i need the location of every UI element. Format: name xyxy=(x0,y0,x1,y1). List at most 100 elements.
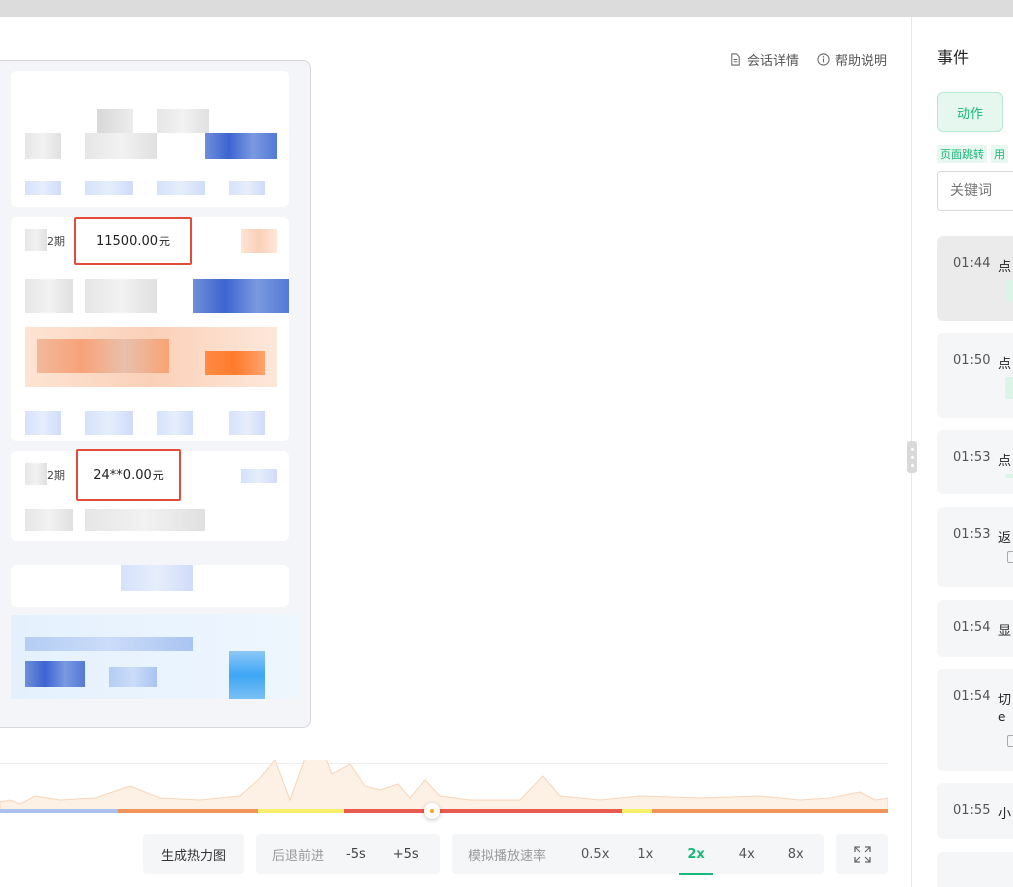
event-item[interactable] xyxy=(937,852,1013,887)
heatmap-label: 生成热力图 xyxy=(160,848,226,864)
blurred-content xyxy=(229,181,265,195)
event-text: 返 xyxy=(998,531,1012,546)
event-item[interactable]: 01:54 切 e xyxy=(937,669,1013,771)
event-time: 01:44 xyxy=(953,256,991,271)
blurred-content xyxy=(109,667,157,687)
event-text: 切 xyxy=(998,693,1012,708)
event-time: 01:53 xyxy=(953,527,991,542)
blurred-content xyxy=(241,469,277,483)
blurred-content xyxy=(205,351,265,375)
window-top-bar xyxy=(0,0,1013,17)
keyword-search-input[interactable] xyxy=(937,171,1013,211)
blurred-content xyxy=(25,133,61,159)
event-item[interactable]: 01:53 点 xyxy=(937,430,1013,494)
event-text: 点 xyxy=(998,454,1012,469)
blurred-content xyxy=(229,651,265,699)
bill-amount: 11500.00 xyxy=(95,233,159,249)
fullscreen-button[interactable] xyxy=(836,834,888,874)
activity-timeline[interactable] xyxy=(0,760,888,810)
event-text: 小 xyxy=(998,807,1012,822)
help-link[interactable]: 帮助说明 xyxy=(817,50,887,69)
session-details-label: 会话详情 xyxy=(746,54,799,69)
timeline-segment xyxy=(118,809,258,813)
session-details-link[interactable]: 会话详情 xyxy=(729,50,799,69)
event-tag-chip xyxy=(1005,280,1013,302)
blurred-content xyxy=(157,181,205,195)
document-icon xyxy=(731,53,740,66)
event-time: 01:54 xyxy=(953,689,991,704)
event-tag-chip xyxy=(1005,377,1013,399)
blurred-content xyxy=(25,463,47,485)
speed-4x[interactable]: 4x xyxy=(739,847,755,862)
event-time: 01:55 xyxy=(953,803,991,818)
currency-unit: 元 xyxy=(152,469,164,482)
playback-progress-track[interactable] xyxy=(0,809,888,813)
event-item[interactable]: 01:53 返 xyxy=(937,507,1013,587)
bill-period: 2期 xyxy=(47,235,65,248)
action-filter-button[interactable]: 动作 xyxy=(937,92,1003,132)
blurred-content xyxy=(85,509,205,531)
seek-controls: 后退前进 -5s +5s xyxy=(256,834,440,874)
blurred-content xyxy=(85,411,133,435)
blurred-content xyxy=(85,279,157,313)
timeline-segment xyxy=(0,809,118,813)
event-text: 点 xyxy=(998,357,1012,372)
blurred-content xyxy=(97,109,133,133)
seek-back-button[interactable]: -5s xyxy=(346,847,366,862)
blurred-content xyxy=(157,109,209,133)
playhead-handle[interactable] xyxy=(424,803,440,819)
speed-8x[interactable]: 8x xyxy=(788,847,804,862)
speed-2x[interactable]: 2x xyxy=(679,847,714,875)
bill-amount: 24**0.00 xyxy=(93,467,152,483)
tag-second[interactable]: 用 xyxy=(991,145,1008,163)
timeline-segment xyxy=(258,809,344,813)
expand-icon xyxy=(853,845,871,863)
event-text: 点 xyxy=(998,260,1012,275)
blurred-content xyxy=(85,181,133,195)
bill-amount-highlight: 11500.00 元 xyxy=(74,217,192,265)
blurred-content xyxy=(25,509,73,531)
blurred-content xyxy=(25,637,193,651)
event-type-tags: 页面跳转 用 xyxy=(937,145,1008,163)
tag-page-jump[interactable]: 页面跳转 xyxy=(937,145,987,163)
blurred-content xyxy=(229,411,265,435)
activity-waveform xyxy=(0,760,888,810)
screenshot-icon xyxy=(1007,551,1013,563)
blurred-content xyxy=(85,133,157,159)
speed-controls: 模拟播放速率 0.5x 1x 2x 4x 8x xyxy=(452,834,824,875)
blurred-content xyxy=(37,339,169,373)
heatmap-button[interactable]: 生成热力图 xyxy=(143,834,244,874)
screenshot-icon xyxy=(1007,735,1013,747)
blurred-content xyxy=(25,661,85,687)
blurred-content xyxy=(157,411,193,435)
help-label: 帮助说明 xyxy=(834,54,887,69)
blurred-content xyxy=(25,411,61,435)
events-title: 事件 xyxy=(937,48,970,67)
speed-0.5x[interactable]: 0.5x xyxy=(581,847,609,862)
session-replay-preview: 2期 11500.00 元 2期 24**0.00 元 xyxy=(0,60,311,728)
events-panel: 事件 动作 页面跳转 用 01:44 点 01:50 点 01:53 点 01:… xyxy=(912,17,1013,887)
event-text: 显 xyxy=(998,624,1012,639)
event-item[interactable]: 01:55 小 xyxy=(937,783,1013,839)
blurred-content xyxy=(241,229,277,253)
event-item[interactable]: 01:44 点 xyxy=(937,236,1013,321)
speed-label: 模拟播放速率 xyxy=(468,848,547,864)
bill-amount-highlight: 24**0.00 元 xyxy=(76,449,181,501)
event-item[interactable]: 01:50 点 xyxy=(937,333,1013,418)
currency-unit: 元 xyxy=(159,235,171,248)
seek-forward-button[interactable]: +5s xyxy=(393,847,419,862)
bill-period: 2期 xyxy=(47,469,65,482)
event-item[interactable]: 01:54 显 xyxy=(937,600,1013,657)
header-links: 会话详情 帮助说明 xyxy=(729,50,887,69)
event-tag-chip xyxy=(1005,474,1013,478)
event-time: 01:50 xyxy=(953,353,991,368)
event-subtext: e xyxy=(998,710,1006,724)
info-icon xyxy=(817,53,830,66)
blurred-content xyxy=(25,229,47,251)
blurred-content xyxy=(121,565,193,591)
timeline-segment xyxy=(344,809,622,813)
speed-1x[interactable]: 1x xyxy=(637,847,653,862)
event-time: 01:53 xyxy=(953,450,991,465)
timeline-segment xyxy=(622,809,652,813)
blurred-content xyxy=(25,279,73,313)
